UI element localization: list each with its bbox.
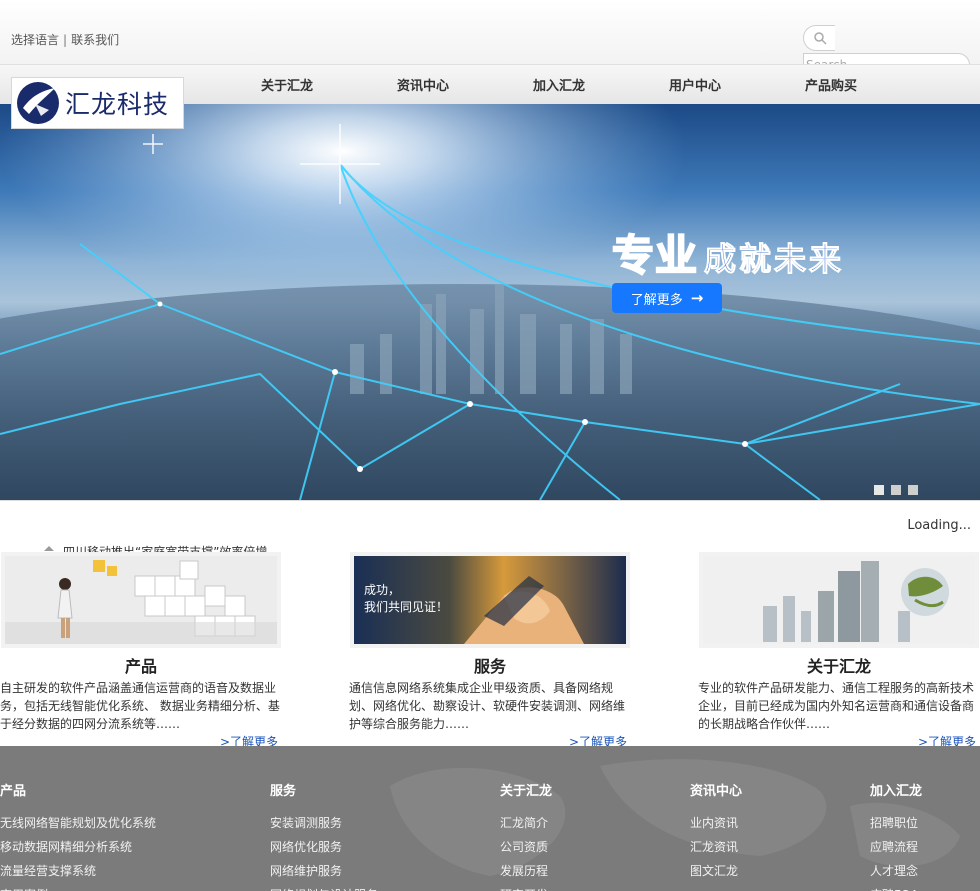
arrow-right-icon: → — [690, 289, 704, 307]
footer-news: 资讯中心 业内资讯 汇龙资讯 图文汇龙 — [690, 780, 742, 883]
footer-link[interactable]: 网络优化服务 — [270, 835, 378, 859]
footer-link[interactable]: 应聘FQA — [870, 883, 922, 891]
search-button[interactable] — [803, 25, 835, 51]
footer-heading: 加入汇龙 — [870, 784, 923, 799]
nav-purchase[interactable]: 产品购买 — [805, 75, 857, 94]
learn-more-label: 了解更多 — [630, 292, 683, 308]
footer-link[interactable]: 发展历程 — [500, 859, 552, 883]
footer-link[interactable]: 业内资讯 — [690, 811, 742, 835]
nav-news[interactable]: 资讯中心 — [397, 75, 449, 94]
about-title: 关于汇龙 — [806, 657, 871, 676]
footer-join: 加入汇龙 招聘职位 应聘流程 人才理念 应聘FQA — [870, 780, 922, 891]
services-image-caption-2: 我们共同见证！ — [364, 600, 449, 614]
top-links: 选择语言 | 联系我们 — [11, 31, 119, 48]
company-logo[interactable]: 汇龙科技 — [11, 77, 184, 129]
slide-dot-3[interactable] — [908, 485, 918, 495]
services-image[interactable]: 成功， 我们共同见证！ — [350, 552, 630, 648]
footer-link[interactable]: 汇龙资讯 — [690, 835, 742, 859]
services-title: 服务 — [473, 657, 506, 676]
nav-user-center[interactable]: 用户中心 — [669, 75, 721, 94]
products-description: 自主研发的软件产品涵盖通信运营商的语音及数据业务，包括无线智能优化系统、 数据业… — [0, 681, 280, 731]
hero-headline: 专业 成就未来 — [611, 222, 845, 283]
footer-link[interactable]: 应聘流程 — [870, 835, 922, 859]
footer-link[interactable]: 网络规划与设计服务 — [270, 883, 378, 891]
footer-link[interactable]: 人才理念 — [870, 859, 922, 883]
footer-link[interactable]: 商用案例 — [0, 883, 156, 891]
headline-secondary: 成就未来 — [704, 240, 845, 279]
footer-about: 关于汇龙 汇龙简介 公司资质 发展历程 研究开发 — [500, 780, 552, 891]
headline-primary: 专业 — [611, 230, 699, 281]
footer-services: 服务 安装调测服务 网络优化服务 网络维护服务 网络规划与设计服务 — [270, 780, 378, 891]
footer-link[interactable]: 汇龙简介 — [500, 811, 552, 835]
footer-link[interactable]: 研究开发 — [500, 883, 552, 891]
language-link[interactable]: 选择语言 — [11, 33, 59, 47]
contact-link[interactable]: 联系我们 — [71, 33, 119, 47]
footer-link[interactable]: 招聘职位 — [870, 811, 922, 835]
about-description: 专业的软件产品研发能力、通信工程服务的高新技术企业，目前已经成为国内外知名运营商… — [698, 681, 975, 731]
nav-join[interactable]: 加入汇龙 — [533, 75, 585, 94]
site-footer: 产品 无线网络智能规划及优化系统 移动数据网精细分析系统 流量经营支撑系统 商用… — [0, 746, 980, 891]
footer-heading: 关于汇龙 — [500, 784, 553, 799]
services-description: 通信信息网络系统集成企业甲级资质、具备网络规划、网络优化、勘察设计、软硬件安装调… — [349, 681, 626, 731]
link-separator: | — [63, 33, 68, 47]
hero-banner: 专业 成就未来 了解更多 → — [0, 104, 980, 500]
search-icon — [813, 32, 827, 45]
footer-heading: 资讯中心 — [690, 784, 743, 799]
footer-link[interactable]: 移动数据网精细分析系统 — [0, 835, 156, 859]
learn-more-button[interactable]: 了解更多 → — [612, 283, 722, 313]
footer-link[interactable]: 公司资质 — [500, 835, 552, 859]
footer-heading: 产品 — [0, 784, 27, 799]
footer-link[interactable]: 图文汇龙 — [690, 859, 742, 883]
loading-text: Loading... — [907, 518, 971, 533]
footer-link[interactable]: 安装调测服务 — [270, 811, 378, 835]
products-title: 产品 — [124, 657, 157, 676]
slide-indicator — [874, 485, 918, 495]
footer-link[interactable]: 无线网络智能规划及优化系统 — [0, 811, 156, 835]
loading-strip: Loading... — [0, 500, 980, 538]
slide-dot-1[interactable] — [874, 485, 884, 495]
logo-emblem-icon — [17, 82, 59, 124]
footer-products: 产品 无线网络智能规划及优化系统 移动数据网精细分析系统 流量经营支撑系统 商用… — [0, 780, 156, 891]
products-image[interactable] — [1, 552, 281, 648]
footer-link[interactable]: 流量经营支撑系统 — [0, 859, 156, 883]
hero-image — [0, 104, 980, 500]
footer-heading: 服务 — [270, 784, 297, 799]
about-image[interactable] — [699, 552, 979, 648]
slide-dot-2[interactable] — [891, 485, 901, 495]
logo-text: 汇龙科技 — [65, 90, 170, 119]
services-image-caption-1: 成功， — [364, 583, 401, 597]
nav-about[interactable]: 关于汇龙 — [261, 75, 313, 94]
footer-link[interactable]: 网络维护服务 — [270, 859, 378, 883]
home-page: 选择语言 |联系我们 产品 服务 关于汇龙 资讯中心 加入汇龙 用户中心 产品购买 — [0, 0, 980, 891]
